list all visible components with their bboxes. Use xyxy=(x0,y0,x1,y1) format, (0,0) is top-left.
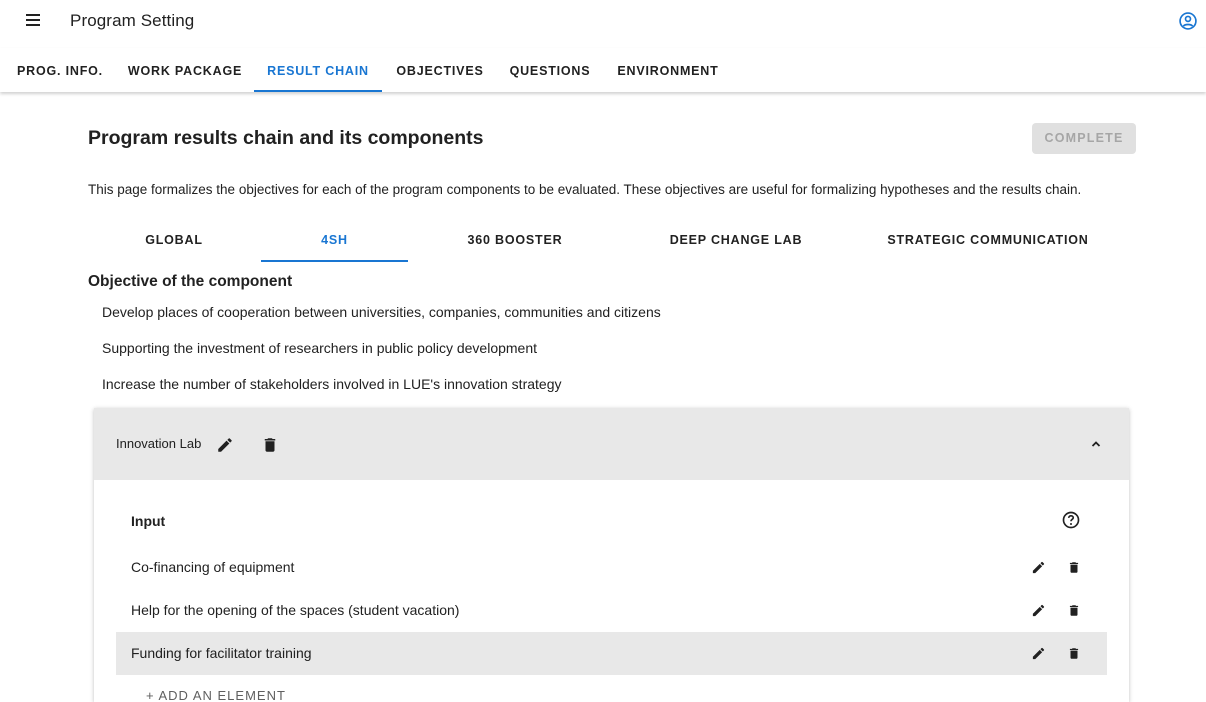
panel-title: Innovation Lab xyxy=(116,436,202,451)
tab-global[interactable]: GLOBAL xyxy=(88,222,260,262)
pencil-icon[interactable] xyxy=(1031,603,1046,618)
objective-item: Develop places of cooperation between un… xyxy=(102,304,661,320)
trash-icon[interactable] xyxy=(261,436,279,454)
tab-360-booster[interactable]: 360 BOOSTER xyxy=(420,222,610,262)
input-list-item[interactable]: Funding for facilitator training xyxy=(116,632,1107,675)
pencil-icon[interactable] xyxy=(1031,560,1046,575)
menu-icon[interactable] xyxy=(26,12,42,28)
pencil-icon[interactable] xyxy=(1031,646,1046,661)
list-item-label: Funding for facilitator training xyxy=(131,645,312,661)
account-circle-icon[interactable] xyxy=(1178,11,1198,31)
app-title: Program Setting xyxy=(70,11,195,30)
innovation-lab-panel: Innovation Lab Input Co-financing of equ… xyxy=(94,408,1129,702)
list-item-label: Help for the opening of the spaces (stud… xyxy=(131,602,460,618)
tab-strategic-communication[interactable]: STRATEGIC COMMUNICATION xyxy=(858,222,1118,262)
complete-button[interactable]: COMPLETE xyxy=(1032,123,1136,154)
main-tab-bar: PROG. INFO. WORK PACKAGE RESULT CHAIN OB… xyxy=(0,48,1206,92)
pencil-icon[interactable] xyxy=(216,436,234,454)
trash-icon[interactable] xyxy=(1067,603,1081,618)
input-section-title: Input xyxy=(131,513,166,529)
input-list-item[interactable]: Help for the opening of the spaces (stud… xyxy=(116,589,1107,632)
tab-objectives[interactable]: OBJECTIVES xyxy=(385,48,495,92)
objective-item: Supporting the investment of researchers… xyxy=(102,340,538,356)
tab-work-package[interactable]: WORK PACKAGE xyxy=(118,48,252,92)
chevron-up-icon[interactable] xyxy=(1090,438,1102,450)
component-tab-bar: GLOBAL 4SH 360 BOOSTER DEEP CHANGE LAB S… xyxy=(88,222,1128,262)
tab-questions[interactable]: QUESTIONS xyxy=(499,48,601,92)
tab-prog-info[interactable]: PROG. INFO. xyxy=(8,48,112,92)
trash-icon[interactable] xyxy=(1067,646,1081,661)
app-bar: Program Setting xyxy=(0,0,1206,42)
add-element-button[interactable]: + ADD AN ELEMENT xyxy=(146,688,286,702)
page-title: Program results chain and its components xyxy=(88,127,484,149)
objective-item: Increase the number of stakeholders invo… xyxy=(102,376,562,392)
page-description: This page formalizes the objectives for … xyxy=(88,182,1082,197)
list-item-label: Co-financing of equipment xyxy=(131,559,295,575)
tab-result-chain[interactable]: RESULT CHAIN xyxy=(254,48,382,92)
tab-4sh[interactable]: 4SH xyxy=(261,222,408,262)
objective-section-title: Objective of the component xyxy=(88,273,293,290)
tab-deep-change-lab[interactable]: DEEP CHANGE LAB xyxy=(633,222,839,262)
tab-environment[interactable]: ENVIRONMENT xyxy=(606,48,730,92)
input-list-item[interactable]: Co-financing of equipment xyxy=(116,546,1107,589)
help-circle-icon[interactable] xyxy=(1061,510,1081,530)
panel-header[interactable]: Innovation Lab xyxy=(94,408,1129,480)
trash-icon[interactable] xyxy=(1067,560,1081,575)
